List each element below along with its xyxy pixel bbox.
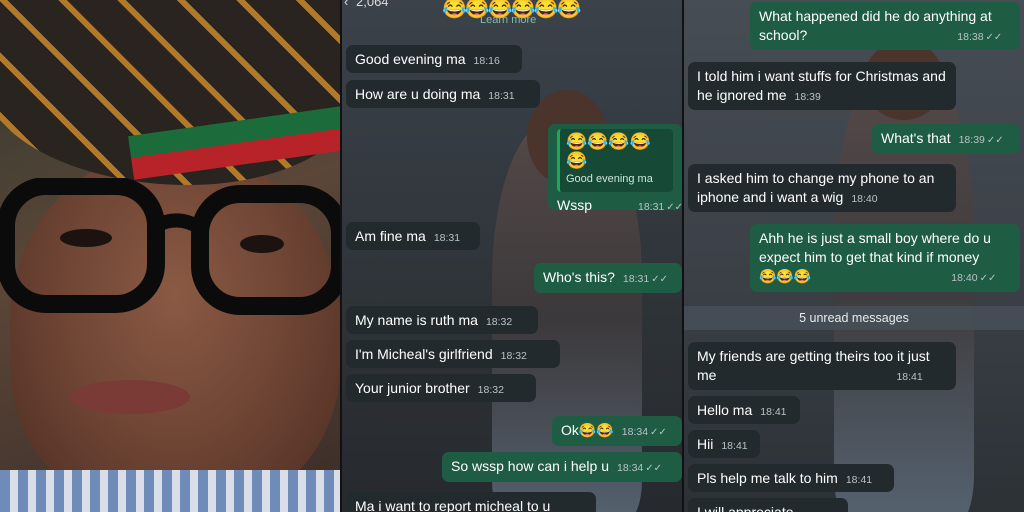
learn-more-link[interactable]: Learn more — [480, 14, 536, 26]
message-bubble: Hello ma 18:41 — [688, 396, 800, 424]
message-time: 18:34 — [621, 426, 649, 438]
message-text: My name is ruth ma — [355, 312, 478, 328]
read-ticks-icon: ✓✓ — [666, 202, 682, 213]
message-time: 18:41 — [721, 440, 748, 452]
message-text: So wssp how can i help u — [451, 458, 609, 474]
message-text: Who's this? — [543, 269, 615, 285]
message-time: 18:41 — [845, 474, 873, 486]
message-time: 18:31 — [622, 273, 650, 285]
message-bubble: I told him i want stuffs for Christmas a… — [688, 62, 956, 110]
message-time: 18:31 — [488, 90, 515, 102]
message-bubble: Who's this? 18:31 ✓✓ — [534, 263, 682, 293]
read-ticks-icon: ✓✓ — [979, 273, 997, 284]
message-text: Am fine ma — [355, 228, 426, 244]
message-text: Wssp — [557, 197, 592, 213]
message-text: I will appreciate — [697, 504, 794, 512]
message-text: What's that — [881, 130, 951, 146]
unread-messages-banner: 5 unread messages — [684, 306, 1024, 330]
read-ticks-icon: ✓✓ — [985, 32, 1003, 43]
chat-header: ‹ 2,064 😂😂😂😂😂😂 Learn more — [342, 0, 682, 26]
read-ticks-icon: ✓✓ — [651, 274, 668, 285]
chat-screenshot-2: What happened did he do anything at scho… — [684, 0, 1024, 512]
message-bubble: My name is ruth ma 18:32 — [346, 306, 538, 334]
quoted-message: 😂😂😂😂😂 Good evening ma — [557, 129, 673, 192]
message-text: Good evening ma — [355, 51, 466, 67]
message-bubble: Ok😂😂 18:34 ✓✓ — [552, 416, 682, 446]
message-bubble: What happened did he do anything at scho… — [750, 2, 1020, 50]
reply-message-bubble: 😂😂😂😂😂 Good evening ma Wssp 18:31 ✓✓ — [548, 124, 682, 213]
message-text: Pls help me talk to him — [697, 470, 838, 486]
message-time: 18:38 — [957, 31, 984, 43]
message-time: 18:16 — [473, 55, 500, 67]
message-text: I'm Micheal's girlfriend — [355, 346, 493, 362]
message-time: 18:32 — [477, 384, 504, 396]
selfie-photo — [0, 0, 340, 512]
message-time: 18:32 — [500, 350, 527, 362]
chat-screenshot-1: ‹ 2,064 😂😂😂😂😂😂 Learn more Good evening m… — [342, 0, 682, 512]
message-time: 18:40 — [851, 193, 878, 205]
message-text: Your junior brother — [355, 380, 470, 396]
message-time: 18:40 — [951, 272, 978, 284]
read-ticks-icon: ✓✓ — [650, 427, 667, 438]
eyeglasses — [0, 178, 340, 315]
message-bubble: I will appreciate — [688, 498, 848, 512]
message-bubble: Am fine ma 18:31 — [346, 222, 480, 250]
message-bubble: Pls help me talk to him 18:41 — [688, 464, 894, 492]
message-emojis: 😂😂😂 — [759, 268, 812, 284]
lips — [70, 380, 190, 414]
read-ticks-icon: ✓✓ — [986, 135, 1004, 146]
message-time: 18:41 — [896, 371, 923, 383]
striped-shirt — [0, 470, 340, 512]
message-bubble: Ahh he is just a small boy where do u ex… — [750, 224, 1020, 292]
message-bubble: I'm Micheal's girlfriend 18:32 — [346, 340, 560, 368]
message-bubble: Ma i want to report micheal to u — [346, 492, 596, 512]
message-bubble: Hii 18:41 — [688, 430, 760, 458]
message-text: My friends are getting theirs too it jus… — [697, 348, 930, 383]
message-bubble: How are u doing ma 18:31 — [346, 80, 540, 108]
message-time: 18:32 — [485, 316, 513, 328]
read-ticks-icon: ✓✓ — [645, 463, 663, 474]
message-bubble: Your junior brother 18:32 — [346, 374, 536, 402]
message-bubble: I asked him to change my phone to an iph… — [688, 164, 956, 212]
message-bubble: My friends are getting theirs too it jus… — [688, 342, 956, 390]
message-text: How are u doing ma — [355, 86, 481, 102]
message-time: 18:39 — [794, 91, 821, 103]
message-text: Ma i want to report micheal to u — [355, 498, 551, 512]
message-bubble: So wssp how can i help u 18:34 ✓✓ — [442, 452, 682, 482]
message-bubble: What's that 18:39 ✓✓ — [872, 124, 1020, 154]
message-time: 18:41 — [760, 406, 787, 418]
message-text: Hello ma — [697, 402, 753, 418]
message-bubble: Good evening ma 18:16 — [346, 45, 522, 73]
message-time: 18:39 — [958, 134, 985, 146]
back-arrow-icon[interactable]: ‹ — [344, 0, 348, 9]
message-time: 18:34 — [616, 462, 644, 474]
message-text: Ahh he is just a small boy where do u ex… — [759, 230, 991, 265]
message-text: I told him i want stuffs for Christmas a… — [697, 68, 946, 103]
message-time: 18:31 — [433, 232, 461, 244]
message-text: Hii — [697, 436, 714, 452]
message-text: Ok😂😂 — [561, 422, 614, 438]
message-text: I asked him to change my phone to an iph… — [697, 170, 935, 205]
message-time: 18:31 — [638, 201, 665, 213]
quoted-text: Good evening ma — [566, 173, 653, 185]
header-count: 2,064 — [356, 0, 389, 9]
quoted-emojis: 😂😂😂😂😂 — [566, 132, 651, 170]
